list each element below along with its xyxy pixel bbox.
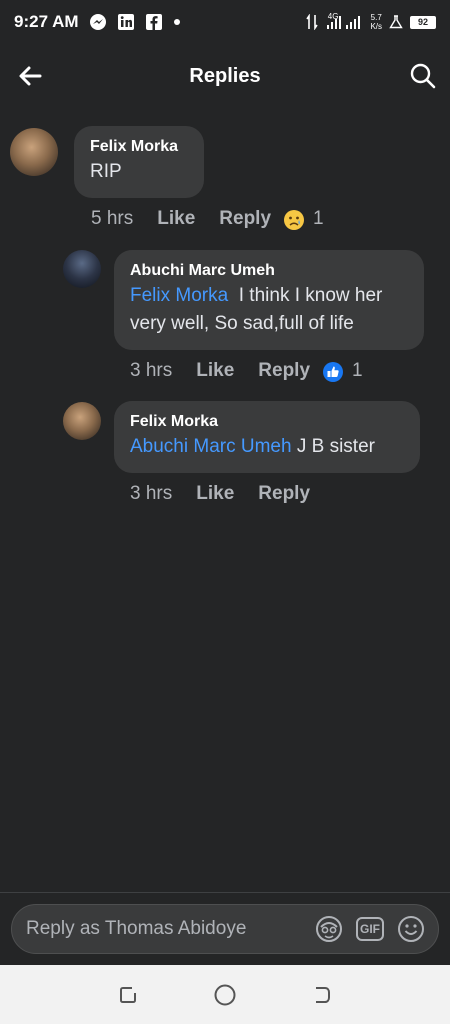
comment-actions: 3 hrs Like Reply 1 [130,360,363,382]
speed-unit: K/s [370,22,382,31]
messenger-icon [89,13,107,31]
network-label: 4G [327,11,339,21]
recent-apps-icon[interactable] [115,982,141,1008]
app-bar: Replies [0,48,450,104]
system-nav-bar [0,965,450,1024]
reaction-count: 1 [313,208,324,229]
speed-value: 5.7 [370,13,382,22]
reply-button[interactable]: Reply [219,208,271,230]
comment-author[interactable]: Felix Morka [130,411,404,433]
comment-body: J B sister [296,436,375,457]
comment-bubble[interactable]: Abuchi Marc Umeh Felix Morka I think I k… [114,250,424,350]
divider [0,892,450,893]
status-bar: 9:27 AM 4G 5.7 K/s 92 [0,0,450,44]
like-reaction-icon[interactable] [322,361,344,382]
reply-button[interactable]: Reply [258,483,310,505]
data-transfer-icon [306,14,318,30]
facebook-icon [145,13,163,31]
like-button[interactable]: Like [196,360,234,382]
comment-actions: 3 hrs Like Reply [130,483,322,505]
comment-body: RIP [90,161,122,182]
comment-text: Felix Morka I think I know her very well… [130,282,408,338]
comment-time: 5 hrs [91,208,134,229]
battery-icon: 92 [410,15,436,29]
comment-author[interactable]: Abuchi Marc Umeh [130,260,408,282]
avatar-sticker-icon[interactable] [314,914,344,944]
reply-placeholder: Reply as Thomas Abidoye [26,918,247,939]
network-speed: 5.7 K/s [370,13,382,31]
avatar[interactable] [63,402,101,440]
mention-link[interactable]: Felix Morka [130,285,228,306]
reply-button[interactable]: Reply [258,360,310,382]
sad-reaction-icon[interactable] [283,209,305,230]
flask-icon [389,15,403,29]
comment-text: RIP [90,158,188,186]
comment-actions: 5 hrs Like Reply 1 [91,208,324,230]
like-button[interactable]: Like [196,483,234,505]
status-time: 9:27 AM [14,12,79,31]
avatar[interactable] [63,250,101,288]
reply-input[interactable]: Reply as Thomas Abidoye GIF [11,904,439,954]
back-arrow-icon[interactable] [16,62,44,90]
linkedin-icon [117,13,135,31]
comment-bubble[interactable]: Felix Morka Abuchi Marc Umeh J B sister [114,401,420,473]
mention-link[interactable]: Abuchi Marc Umeh [130,436,292,457]
gif-button[interactable]: GIF [356,917,384,941]
comment-author[interactable]: Felix Morka [90,136,188,158]
reaction-count: 1 [352,360,363,381]
page-title: Replies [189,64,261,87]
notification-dot-icon [173,18,181,26]
signal-icon [345,14,363,30]
comment-time: 3 hrs [130,360,173,381]
like-button[interactable]: Like [157,208,195,230]
avatar[interactable] [10,128,58,176]
comment-text: Abuchi Marc Umeh J B sister [130,433,404,461]
comment-bubble[interactable]: Felix Morka RIP [74,126,204,198]
home-icon[interactable] [212,982,238,1008]
emoji-icon[interactable] [396,914,426,944]
back-nav-icon[interactable] [309,982,335,1008]
comment-time: 3 hrs [130,483,173,504]
search-icon[interactable] [408,61,438,91]
